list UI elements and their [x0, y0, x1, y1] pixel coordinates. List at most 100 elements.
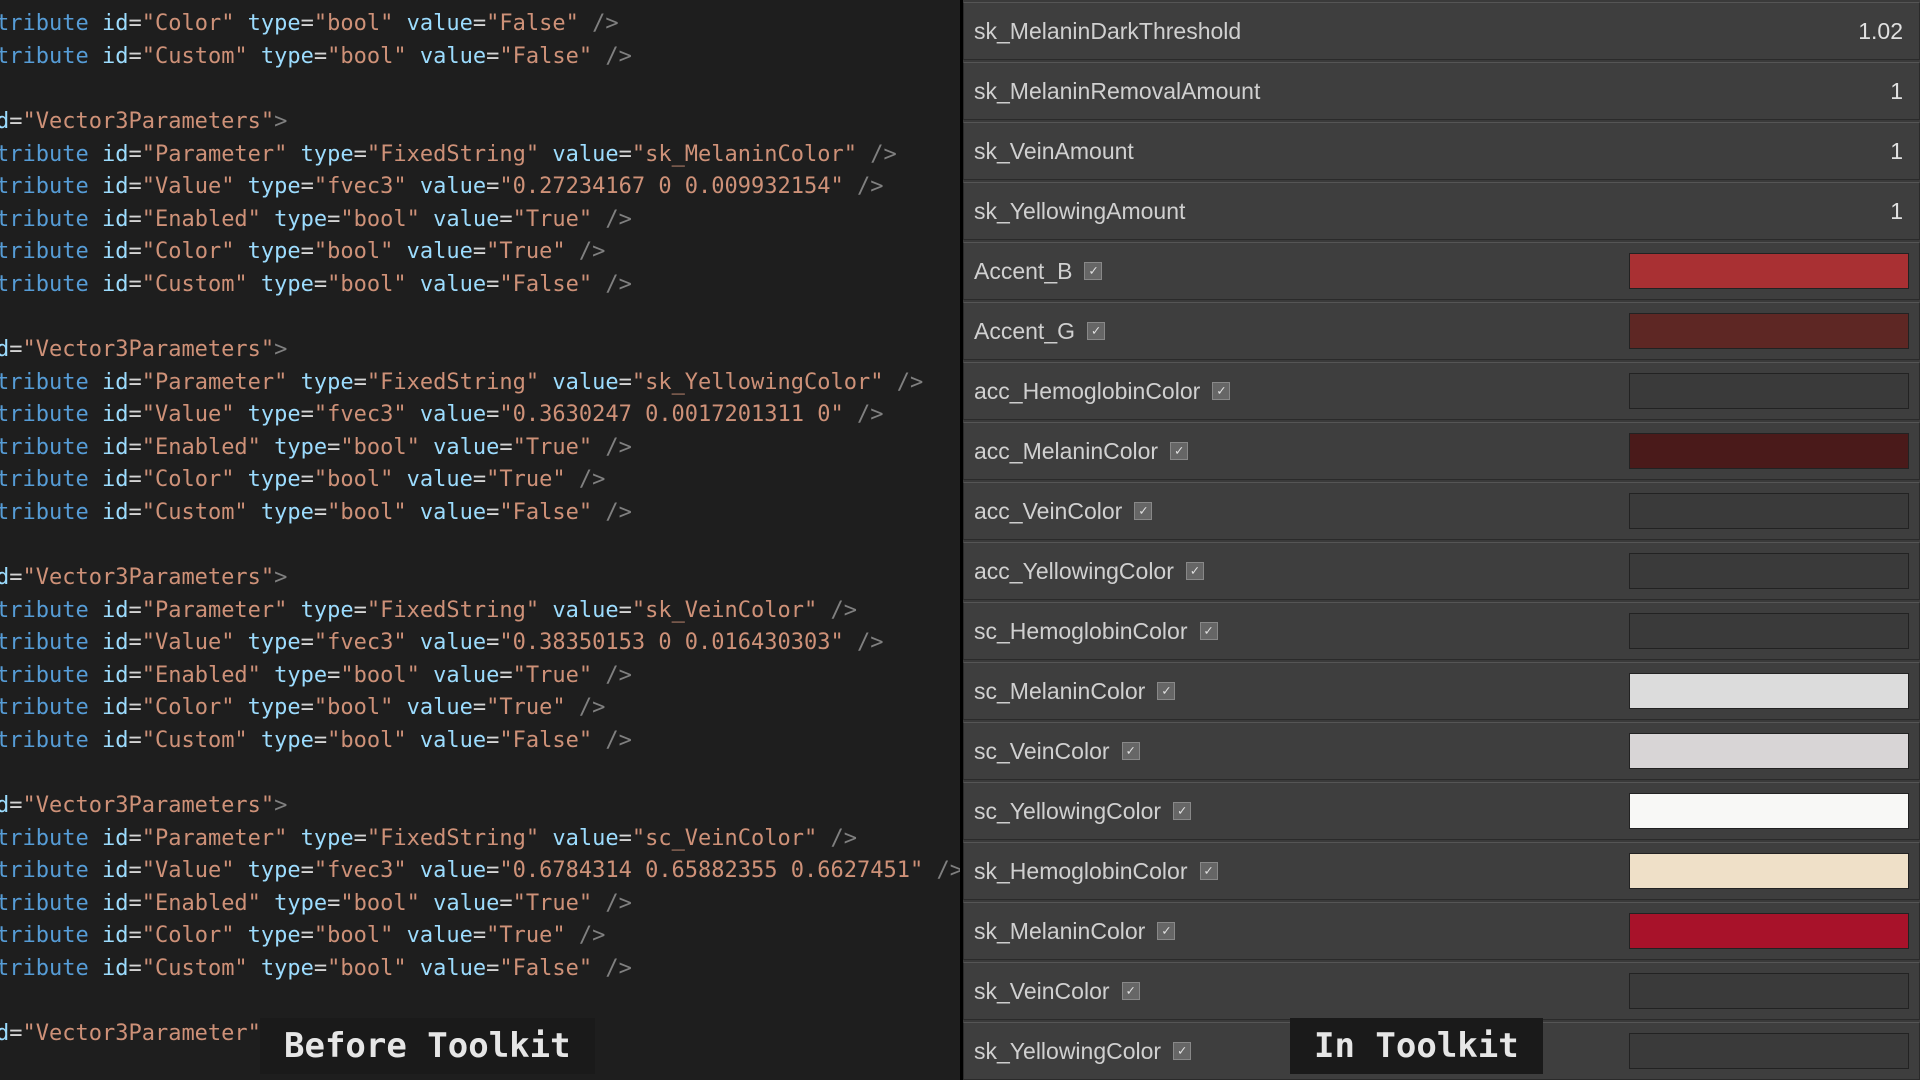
property-label: sc_VeinColor: [974, 738, 1110, 765]
property-label: acc_HemoglobinColor: [974, 378, 1200, 405]
xml-attribute-line: tribute id="Parameter" type="FixedString…: [0, 595, 960, 628]
xml-attribute-line: tribute id="Color" type="bool" value="Tr…: [0, 236, 960, 269]
xml-attribute-line: tribute id="Custom" type="bool" value="F…: [0, 953, 960, 986]
blank-line: [0, 757, 960, 790]
in-toolkit-label: In Toolkit: [1290, 1018, 1543, 1074]
blank-line: [0, 985, 960, 1018]
color-property-row[interactable]: Accent_G ✓: [963, 302, 1920, 360]
xml-attribute-line: tribute id="Value" type="fvec3" value="0…: [0, 399, 960, 432]
checkbox-icon[interactable]: ✓: [1212, 382, 1230, 400]
color-swatch[interactable]: [1629, 613, 1909, 649]
xml-attribute-line: tribute id="Value" type="fvec3" value="0…: [0, 627, 960, 660]
xml-attribute-line: tribute id="Custom" type="bool" value="F…: [0, 497, 960, 530]
checkbox-icon[interactable]: ✓: [1122, 742, 1140, 760]
color-property-row[interactable]: sc_VeinColor ✓: [963, 722, 1920, 780]
color-swatch[interactable]: [1629, 313, 1909, 349]
checkbox-icon[interactable]: ✓: [1170, 442, 1188, 460]
color-property-row[interactable]: sk_HemoglobinColor ✓: [963, 842, 1920, 900]
blank-line: [0, 301, 960, 334]
property-label: sc_YellowingColor: [974, 798, 1161, 825]
xml-node-line: d="Vector3Parameters">: [0, 562, 960, 595]
color-swatch[interactable]: [1629, 373, 1909, 409]
property-label: sk_YellowingColor: [974, 1038, 1161, 1065]
property-label: sk_MelaninRemovalAmount: [974, 78, 1890, 105]
color-swatch[interactable]: [1629, 853, 1909, 889]
blank-line: [0, 529, 960, 562]
checkbox-icon[interactable]: ✓: [1173, 1042, 1191, 1060]
property-label: Accent_B: [974, 258, 1072, 285]
xml-attribute-line: tribute id="Color" type="bool" value="Fa…: [0, 8, 960, 41]
checkbox-icon[interactable]: ✓: [1157, 682, 1175, 700]
xml-attribute-line: tribute id="Parameter" type="FixedString…: [0, 139, 960, 172]
checkbox-icon[interactable]: ✓: [1200, 862, 1218, 880]
xml-attribute-line: tribute id="Color" type="bool" value="Tr…: [0, 464, 960, 497]
property-label: Accent_G: [974, 318, 1075, 345]
xml-attribute-line: tribute id="Parameter" type="FixedString…: [0, 367, 960, 400]
color-swatch[interactable]: [1629, 1033, 1909, 1069]
xml-attribute-line: tribute id="Custom" type="bool" value="F…: [0, 41, 960, 74]
xml-attribute-line: tribute id="Color" type="bool" value="Tr…: [0, 692, 960, 725]
color-swatch[interactable]: [1629, 253, 1909, 289]
color-property-row[interactable]: acc_MelaninColor ✓: [963, 422, 1920, 480]
property-label: sk_MelaninColor: [974, 918, 1145, 945]
color-property-row[interactable]: Accent_B ✓: [963, 242, 1920, 300]
xml-attribute-line: tribute id="Custom" type="bool" value="F…: [0, 269, 960, 302]
color-swatch[interactable]: [1629, 433, 1909, 469]
property-label: sk_VeinColor: [974, 978, 1110, 1005]
property-label: acc_VeinColor: [974, 498, 1122, 525]
property-label: acc_YellowingColor: [974, 558, 1174, 585]
color-property-row[interactable]: acc_HemoglobinColor ✓: [963, 362, 1920, 420]
scalar-property-row[interactable]: sk_MelaninDarkThreshold1.02: [963, 2, 1920, 60]
property-label: sk_VeinAmount: [974, 138, 1890, 165]
property-label: sk_YellowingAmount: [974, 198, 1890, 225]
property-value[interactable]: 1: [1890, 138, 1909, 165]
property-value[interactable]: 1.02: [1858, 18, 1909, 45]
color-swatch[interactable]: [1629, 913, 1909, 949]
property-value[interactable]: 1: [1890, 198, 1909, 225]
property-panel: sk_MelaninDarkThreshold1.02sk_MelaninRem…: [960, 0, 1920, 1080]
checkbox-icon[interactable]: ✓: [1200, 622, 1218, 640]
color-property-row[interactable]: sk_MelaninColor ✓: [963, 902, 1920, 960]
xml-attribute-line: tribute id="Enabled" type="bool" value="…: [0, 888, 960, 921]
checkbox-icon[interactable]: ✓: [1122, 982, 1140, 1000]
color-property-row[interactable]: acc_YellowingColor ✓: [963, 542, 1920, 600]
scalar-property-row[interactable]: sk_MelaninRemovalAmount1: [963, 62, 1920, 120]
xml-node-line: d="Vector3Parameters">: [0, 334, 960, 367]
color-swatch[interactable]: [1629, 793, 1909, 829]
checkbox-icon[interactable]: ✓: [1084, 262, 1102, 280]
scalar-property-row[interactable]: sk_VeinAmount1: [963, 122, 1920, 180]
color-property-row[interactable]: sc_YellowingColor ✓: [963, 782, 1920, 840]
checkbox-icon[interactable]: ✓: [1173, 802, 1191, 820]
checkbox-icon[interactable]: ✓: [1157, 922, 1175, 940]
xml-attribute-line: tribute id="Value" type="fvec3" value="0…: [0, 855, 960, 888]
color-property-row[interactable]: sc_HemoglobinColor ✓: [963, 602, 1920, 660]
property-label: sc_HemoglobinColor: [974, 618, 1188, 645]
xml-attribute-line: tribute id="Value" type="fvec3" value="0…: [0, 171, 960, 204]
xml-attribute-line: tribute id="Color" type="bool" value="Tr…: [0, 920, 960, 953]
color-swatch[interactable]: [1629, 673, 1909, 709]
checkbox-icon[interactable]: ✓: [1087, 322, 1105, 340]
xml-node-line: d="Vector3Parameters">: [0, 790, 960, 823]
color-swatch[interactable]: [1629, 553, 1909, 589]
scalar-property-row[interactable]: sk_YellowingAmount1: [963, 182, 1920, 240]
xml-attribute-line: tribute id="Enabled" type="bool" value="…: [0, 204, 960, 237]
color-swatch[interactable]: [1629, 493, 1909, 529]
blank-line: [0, 73, 960, 106]
property-label: sk_MelaninDarkThreshold: [974, 18, 1858, 45]
color-swatch[interactable]: [1629, 733, 1909, 769]
property-label: sk_HemoglobinColor: [974, 858, 1188, 885]
checkbox-icon[interactable]: ✓: [1186, 562, 1204, 580]
xml-attribute-line: tribute id="Enabled" type="bool" value="…: [0, 432, 960, 465]
xml-node-line: d="Vector3Parameters">: [0, 106, 960, 139]
property-label: sc_MelaninColor: [974, 678, 1145, 705]
color-swatch[interactable]: [1629, 973, 1909, 1009]
property-label: acc_MelaninColor: [974, 438, 1158, 465]
color-property-row[interactable]: sk_VeinColor ✓: [963, 962, 1920, 1020]
color-property-row[interactable]: acc_VeinColor ✓: [963, 482, 1920, 540]
before-toolkit-label: Before Toolkit: [260, 1018, 595, 1074]
xml-attribute-line: tribute id="Enabled" type="bool" value="…: [0, 660, 960, 693]
color-property-row[interactable]: sc_MelaninColor ✓: [963, 662, 1920, 720]
property-value[interactable]: 1: [1890, 78, 1909, 105]
checkbox-icon[interactable]: ✓: [1134, 502, 1152, 520]
xml-attribute-line: tribute id="Custom" type="bool" value="F…: [0, 725, 960, 758]
